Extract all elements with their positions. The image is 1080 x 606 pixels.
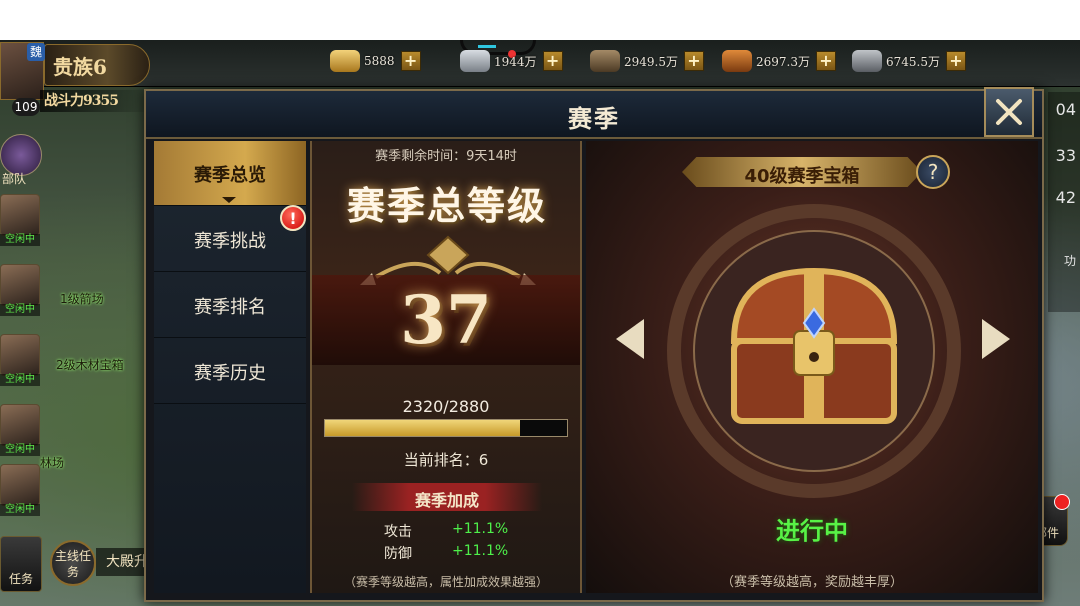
previous-chest-button[interactable]	[614, 317, 646, 361]
right-side-number: 42	[1055, 188, 1076, 207]
tab-season-overview[interactable]: 赛季总览	[154, 141, 306, 206]
hero-portrait[interactable]	[0, 264, 40, 306]
chest-title-banner: 40级赛季宝箱	[682, 157, 922, 187]
tab-label: 赛季总览	[194, 165, 266, 186]
season-bonus-footnote: （赛季等级越高，属性加成效果越强）	[343, 575, 548, 589]
faction-badge: 魏	[27, 43, 45, 61]
add-food-button[interactable]: +	[816, 51, 836, 71]
task-button[interactable]: 任务	[0, 536, 42, 592]
resource-food: 2697.3万 +	[722, 50, 836, 72]
dialog-header: 赛季	[146, 87, 1042, 139]
active-tab-arrow	[222, 197, 236, 203]
food-icon	[722, 50, 752, 72]
close-button[interactable]	[984, 87, 1034, 137]
hero-portrait[interactable]	[0, 194, 40, 236]
resource-gold-value: 5888	[364, 54, 395, 68]
hero-portrait[interactable]	[0, 464, 40, 506]
resource-iron-value: 6745.5万	[886, 54, 940, 69]
hero-status: 空闲中	[0, 234, 40, 246]
resource-gold: 5888 +	[330, 50, 421, 72]
tab-label: 赛季历史	[194, 363, 266, 384]
chest-status: 进行中	[776, 517, 848, 545]
season-exp-fill	[325, 420, 521, 436]
stat-defense: 防御 +11.1%	[384, 543, 508, 563]
chest-ring	[667, 204, 961, 498]
challenge-alert-badge: !	[280, 205, 306, 231]
player-avatar[interactable]: 魏	[0, 42, 45, 100]
treasure-chest-icon	[730, 267, 898, 424]
tab-season-ranking[interactable]: 赛季排名	[154, 273, 306, 338]
resource-iron: 6745.5万 +	[852, 50, 966, 72]
notch-indicator	[478, 45, 496, 48]
close-icon	[996, 99, 1022, 125]
map-item-label[interactable]: 林场	[40, 454, 64, 471]
tab-label: 赛季挑战	[194, 231, 266, 252]
combat-power: 战斗力9355	[40, 90, 154, 112]
stat-value: +11.1%	[452, 521, 509, 537]
hero-status: 空闲中	[0, 504, 40, 516]
player-level: 109	[12, 98, 40, 116]
hero-portrait[interactable]	[0, 334, 40, 376]
task-label: 任务	[8, 572, 33, 586]
season-remaining-time: 赛季剩余时间：9天14时	[375, 149, 517, 164]
chest-title: 40级赛季宝箱	[744, 166, 860, 187]
current-rank: 当前排名：6	[403, 451, 489, 469]
season-level-box: 37	[312, 275, 580, 365]
dialog-title: 赛季	[568, 105, 620, 133]
resource-silver-value: 1944万	[494, 54, 537, 69]
silver-icon	[460, 50, 490, 72]
stat-value: +11.1%	[452, 543, 509, 559]
tab-season-history[interactable]: 赛季历史	[154, 339, 306, 404]
resource-silver: 1944万 +	[460, 50, 563, 72]
season-exp-bar	[324, 419, 568, 437]
resource-bar: 5888 + 1944万 + 2949.5万 + 2697.3万 + 6745.…	[0, 40, 1080, 100]
add-silver-button[interactable]: +	[542, 51, 563, 71]
add-gold-button[interactable]: +	[400, 51, 421, 71]
gold-ingot-icon	[330, 50, 360, 72]
season-bonus-header: 赛季加成	[352, 483, 542, 511]
add-wood-button[interactable]: +	[684, 51, 704, 71]
right-side-panel: 04 33 42 功	[1048, 92, 1080, 312]
troop-label: 部队	[2, 172, 27, 186]
right-side-number: 33	[1055, 146, 1076, 165]
season-chest-panel: 40级赛季宝箱 ? 进行中 （赛季等级越高，奖励越丰厚）	[586, 141, 1038, 593]
stat-attack: 攻击 +11.1%	[384, 521, 508, 541]
resource-food-value: 2697.3万	[756, 54, 810, 69]
main-quest-button[interactable]: 主线任务	[50, 540, 96, 586]
tab-label: 赛季排名	[194, 297, 266, 318]
season-dialog: 赛季 赛季总览 赛季挑战 赛季排名 赛季历史 ! 赛季剩余时间：9天14时 赛季…	[144, 87, 1044, 602]
noble-rank-text: 贵族6	[53, 55, 107, 79]
season-level-title: 赛季总等级	[346, 183, 547, 228]
season-level-panel: 赛季剩余时间：9天14时 赛季总等级 37 2320/2880 当前排名：6 赛…	[310, 141, 582, 593]
wood-icon	[590, 50, 620, 72]
hero-status: 空闲中	[0, 444, 40, 456]
hero-status: 空闲中	[0, 374, 40, 386]
right-side-number: 04	[1055, 100, 1076, 119]
season-level-number: 37	[400, 281, 492, 359]
noble-rank-badge[interactable]: 贵族6	[44, 44, 150, 86]
right-side-button[interactable]: 功	[1064, 252, 1076, 269]
resource-wood: 2949.5万 +	[590, 50, 704, 72]
stat-label: 防御	[384, 546, 412, 562]
mail-notification-dot	[1054, 494, 1070, 510]
chest-footnote: （赛季等级越高，奖励越丰厚）	[720, 575, 903, 590]
map-item-label[interactable]: 2级木材宝箱	[56, 356, 124, 373]
help-button[interactable]: ?	[916, 155, 950, 189]
stat-label: 攻击	[384, 524, 412, 540]
season-bonus-title: 赛季加成	[414, 491, 479, 510]
resource-wood-value: 2949.5万	[624, 54, 678, 69]
hero-portrait[interactable]	[0, 404, 40, 446]
season-exp-text: 2320/2880	[402, 397, 490, 416]
map-item-label[interactable]: 1级箭场	[60, 290, 104, 307]
hero-status: 空闲中	[0, 304, 40, 316]
iron-icon	[852, 50, 882, 72]
add-iron-button[interactable]: +	[946, 51, 966, 71]
next-chest-button[interactable]	[980, 317, 1012, 361]
